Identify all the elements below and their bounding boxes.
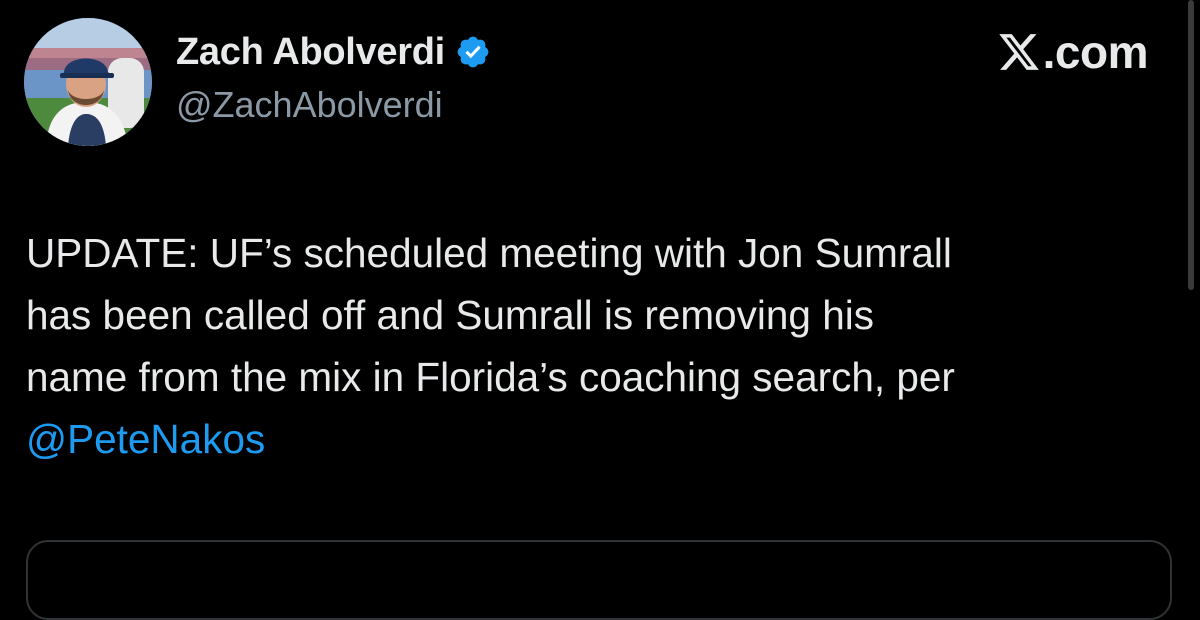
- post-text-line: UPDATE: UF’s scheduled meeting with Jon …: [26, 230, 952, 276]
- site-mark: .com: [997, 26, 1149, 78]
- avatar[interactable]: [24, 18, 152, 146]
- author-handle[interactable]: @ZachAbolverdi: [176, 84, 491, 126]
- embedded-card[interactable]: [26, 540, 1172, 620]
- author-name-row: Zach Abolverdi: [176, 28, 491, 76]
- x-logo-icon: [997, 30, 1041, 74]
- site-domain: .com: [1042, 26, 1149, 78]
- mention-link[interactable]: @PeteNakos: [26, 408, 1166, 470]
- post-text-line: name from the mix in Florida’s coaching …: [26, 354, 955, 400]
- avatar-photo: [24, 18, 152, 146]
- scrollbar[interactable]: [1188, 0, 1194, 290]
- post-text: UPDATE: UF’s scheduled meeting with Jon …: [26, 222, 1166, 470]
- author-display-name[interactable]: Zach Abolverdi: [176, 31, 445, 74]
- post-text-line: has been called off and Sumrall is remov…: [26, 292, 874, 338]
- post: Zach Abolverdi @ZachAbolverdi .com UPDAT…: [0, 0, 1200, 620]
- author-info: Zach Abolverdi @ZachAbolverdi: [176, 28, 491, 126]
- verified-badge-icon: [455, 34, 491, 70]
